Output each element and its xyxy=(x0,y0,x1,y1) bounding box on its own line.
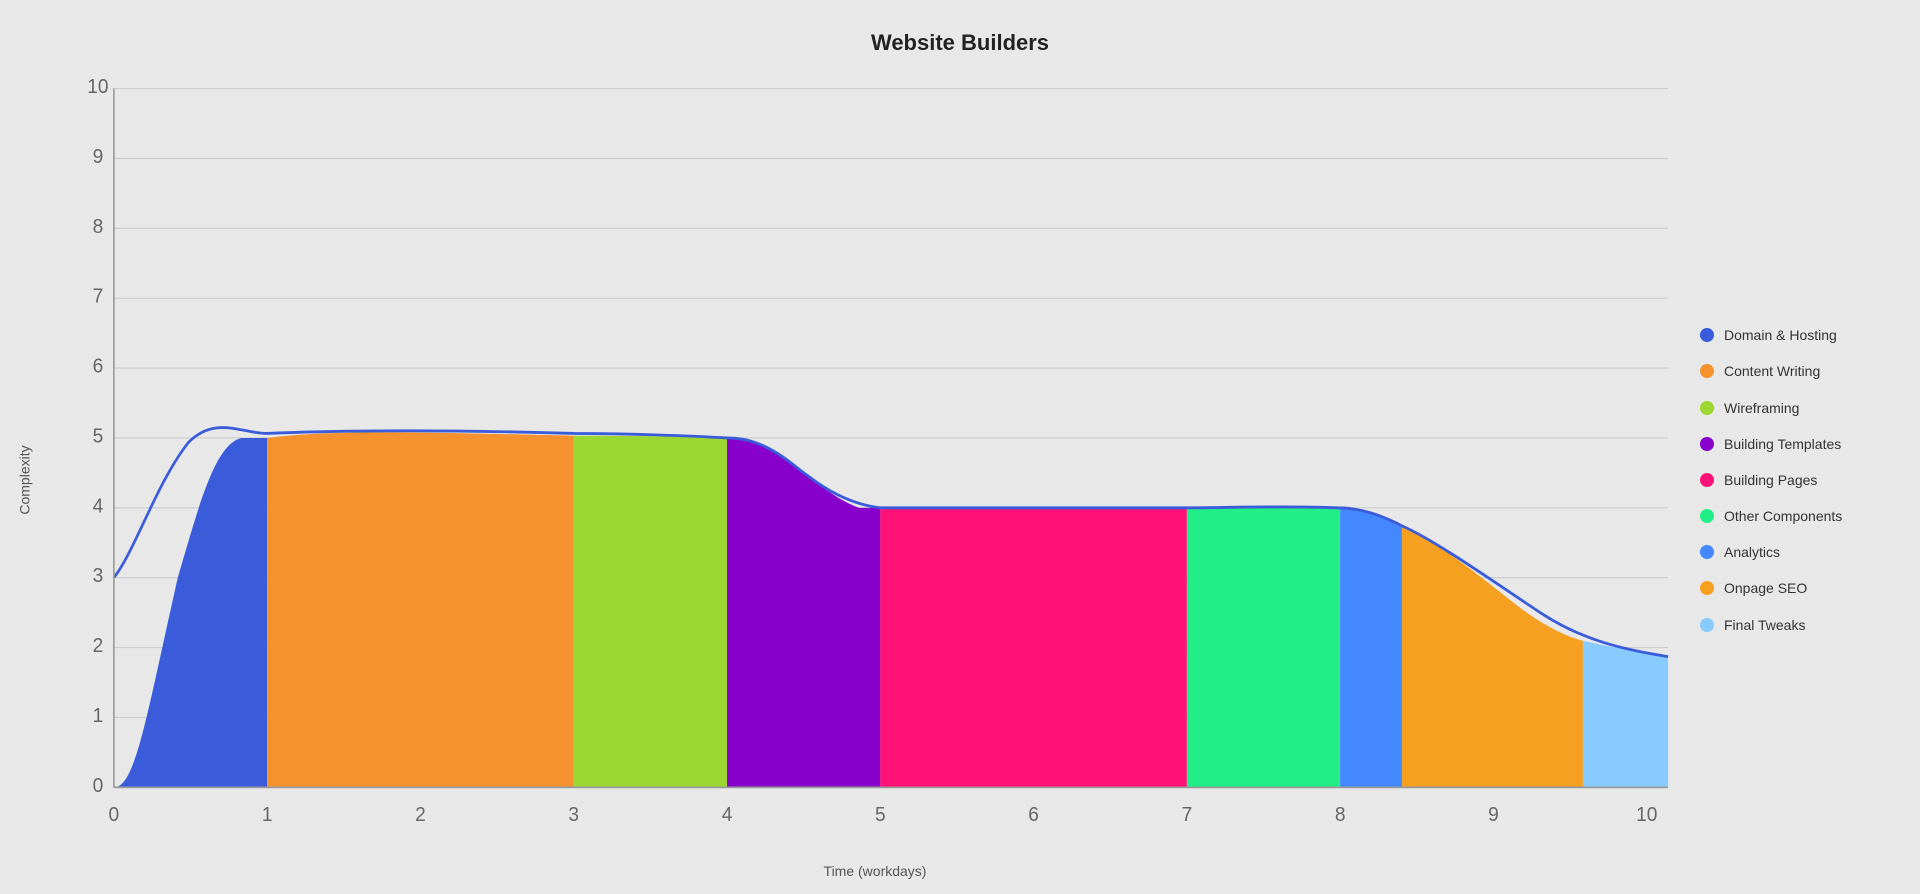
legend-dot-domain-hosting xyxy=(1700,328,1714,342)
legend-item-onpage-seo: Onpage SEO xyxy=(1700,579,1890,597)
svg-text:2: 2 xyxy=(93,635,104,658)
legend-item-domain-hosting: Domain & Hosting xyxy=(1700,326,1890,344)
svg-text:9: 9 xyxy=(93,145,104,168)
legend-item-final-tweaks: Final Tweaks xyxy=(1700,616,1890,634)
svg-text:6: 6 xyxy=(93,355,104,378)
legend-dot-building-templates xyxy=(1700,437,1714,451)
building-pages-area xyxy=(880,508,1187,788)
content-writing-area xyxy=(267,432,574,787)
legend-item-building-templates: Building Templates xyxy=(1700,435,1890,453)
analytics-area xyxy=(1340,508,1402,788)
onpage-seo-area xyxy=(1402,526,1583,787)
svg-text:0: 0 xyxy=(109,804,120,827)
legend-dot-content-writing xyxy=(1700,364,1714,378)
svg-text:1: 1 xyxy=(93,705,104,728)
legend-item-building-pages: Building Pages xyxy=(1700,471,1890,489)
plot-and-x: 0 1 2 3 4 5 6 7 8 9 10 0 1 2 3 xyxy=(50,66,1700,894)
legend-label-onpage-seo: Onpage SEO xyxy=(1724,579,1807,597)
y-axis-label: Complexity xyxy=(17,445,33,514)
legend-item-wireframing: Wireframing xyxy=(1700,399,1890,417)
svg-text:8: 8 xyxy=(1335,804,1346,827)
legend-dot-analytics xyxy=(1700,545,1714,559)
svg-text:3: 3 xyxy=(93,565,104,588)
legend-label-content-writing: Content Writing xyxy=(1724,362,1820,380)
svg-text:3: 3 xyxy=(568,804,579,827)
svg-text:6: 6 xyxy=(1028,804,1039,827)
svg-text:8: 8 xyxy=(93,215,104,238)
other-components-area xyxy=(1187,507,1340,788)
legend-label-domain-hosting: Domain & Hosting xyxy=(1724,326,1837,344)
legend-item-analytics: Analytics xyxy=(1700,543,1890,561)
building-templates-area xyxy=(727,437,880,787)
svg-text:4: 4 xyxy=(722,804,733,827)
chart-area: Complexity xyxy=(0,66,1920,894)
svg-text:2: 2 xyxy=(415,804,426,827)
svg-text:1: 1 xyxy=(262,804,273,827)
svg-text:0: 0 xyxy=(93,774,104,797)
svg-text:10: 10 xyxy=(87,76,108,99)
legend-dot-onpage-seo xyxy=(1700,581,1714,595)
legend-label-final-tweaks: Final Tweaks xyxy=(1724,616,1805,634)
legend-item-other-components: Other Components xyxy=(1700,507,1890,525)
legend-label-other-components: Other Components xyxy=(1724,507,1842,525)
chart-svg: 0 1 2 3 4 5 6 7 8 9 10 0 1 2 3 xyxy=(50,66,1700,855)
svg-text:7: 7 xyxy=(93,285,104,308)
domain-hosting-area xyxy=(114,438,267,787)
svg-text:9: 9 xyxy=(1488,804,1499,827)
legend-item-content-writing: Content Writing xyxy=(1700,362,1890,380)
legend-dot-other-components xyxy=(1700,509,1714,523)
chart-container: Website Builders Complexity xyxy=(0,0,1920,894)
legend-label-wireframing: Wireframing xyxy=(1724,399,1799,417)
chart-title: Website Builders xyxy=(871,30,1049,56)
y-axis-label-container: Complexity xyxy=(0,66,50,894)
svg-text:4: 4 xyxy=(93,495,104,518)
legend-label-analytics: Analytics xyxy=(1724,543,1780,561)
svg-text:5: 5 xyxy=(875,804,886,827)
plot-area: 0 1 2 3 4 5 6 7 8 9 10 0 1 2 3 xyxy=(50,66,1700,855)
svg-text:7: 7 xyxy=(1182,804,1193,827)
x-axis-label: Time (workdays) xyxy=(50,855,1700,894)
legend-dot-wireframing xyxy=(1700,401,1714,415)
final-tweaks-area xyxy=(1583,641,1668,788)
legend: Domain & Hosting Content Writing Wirefra… xyxy=(1700,66,1920,894)
legend-dot-final-tweaks xyxy=(1700,618,1714,632)
legend-label-building-templates: Building Templates xyxy=(1724,435,1841,453)
legend-label-building-pages: Building Pages xyxy=(1724,471,1817,489)
svg-text:5: 5 xyxy=(93,425,104,448)
wireframing-area xyxy=(574,436,727,788)
legend-dot-building-pages xyxy=(1700,473,1714,487)
svg-text:10: 10 xyxy=(1636,804,1657,827)
